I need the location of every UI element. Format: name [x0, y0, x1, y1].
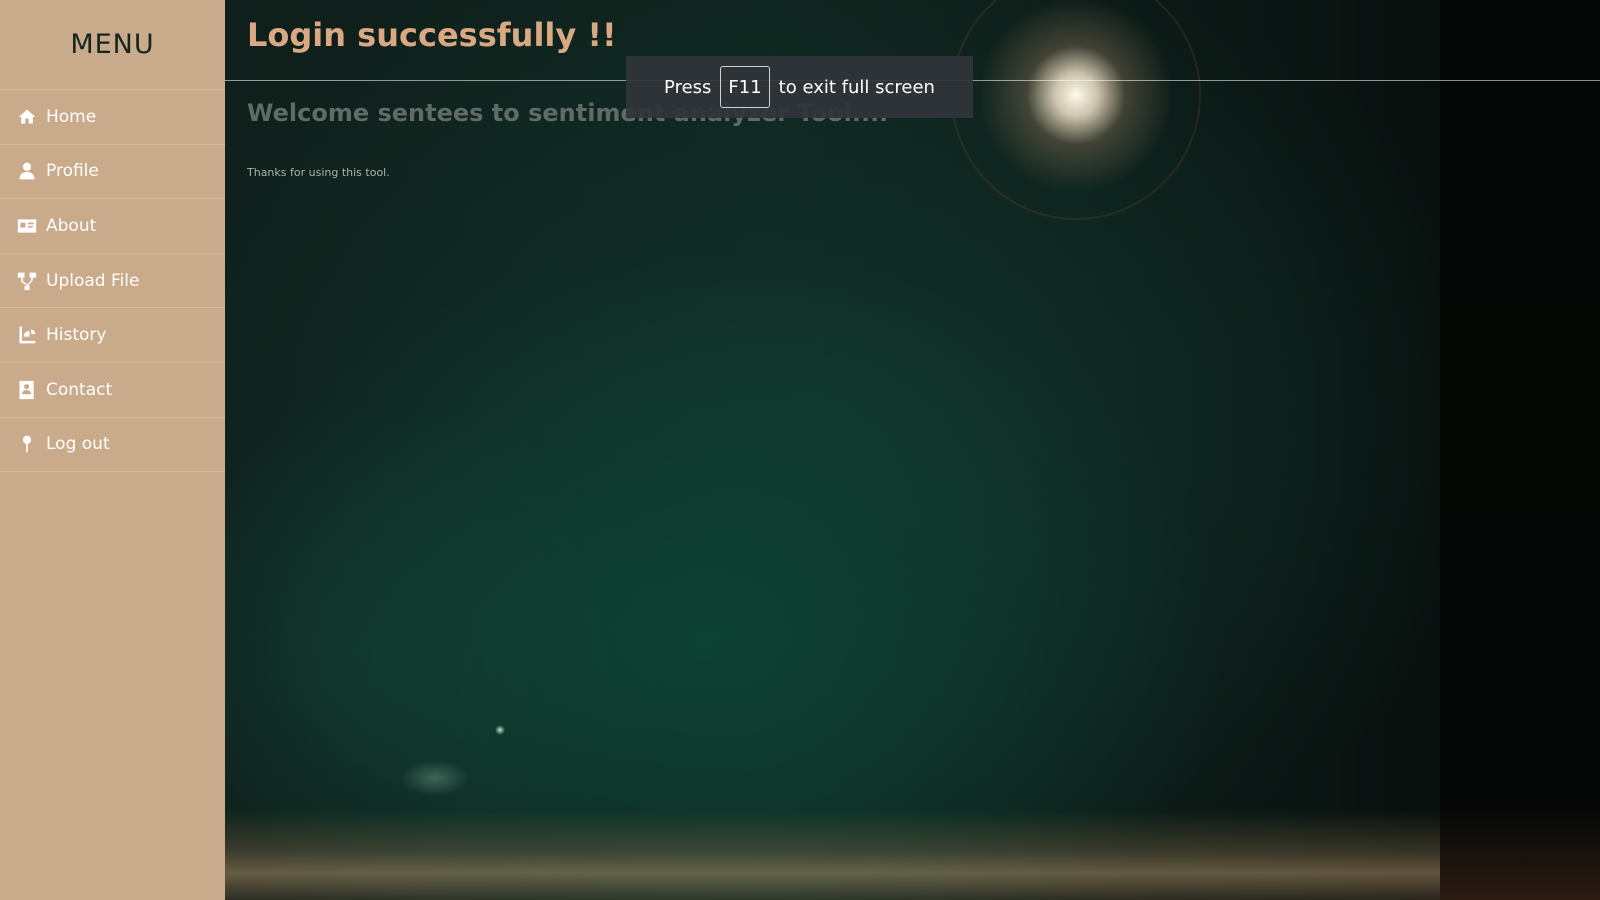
- user-icon: [16, 160, 38, 182]
- background-floor: [225, 810, 1440, 900]
- sidebar-item-label: Profile: [46, 161, 99, 182]
- page-title: Login successfully !!: [247, 16, 617, 54]
- sidebar-item-label: History: [46, 325, 107, 346]
- pin-icon: [16, 433, 38, 455]
- sidebar: MENU Home Profile About Upload File Hist…: [0, 0, 225, 900]
- sidebar-item-upload-file[interactable]: Upload File: [0, 254, 225, 309]
- sidebar-item-label: About: [46, 215, 97, 236]
- address-book-icon: [16, 379, 38, 401]
- fullscreen-notice: Press F11 to exit full screen: [626, 56, 973, 118]
- sidebar-item-label: Upload File: [46, 270, 140, 291]
- background-light-dot: [495, 725, 505, 735]
- sidebar-item-label: Home: [46, 106, 97, 127]
- history-chart-icon: [16, 324, 38, 346]
- sidebar-item-log-out[interactable]: Log out: [0, 418, 225, 473]
- background-light-ring: [951, 0, 1201, 220]
- sidebar-item-profile[interactable]: Profile: [0, 145, 225, 200]
- sidebar-item-home[interactable]: Home: [0, 90, 225, 145]
- sidebar-item-history[interactable]: History: [0, 308, 225, 363]
- sitemap-icon: [16, 270, 38, 292]
- fullscreen-notice-prefix: Press: [664, 76, 712, 98]
- sidebar-item-label: Contact: [46, 379, 113, 400]
- sidebar-item-label: Log out: [46, 434, 110, 455]
- sidebar-item-about[interactable]: About: [0, 199, 225, 254]
- menu-title: MENU: [0, 0, 225, 90]
- main-content: Login successfully !! Welcome sentees to…: [225, 0, 1600, 900]
- thanks-message: Thanks for using this tool.: [247, 166, 390, 179]
- background-right-panel: [1440, 0, 1600, 900]
- background-light-blob: [400, 760, 470, 796]
- f11-key-badge: F11: [720, 66, 770, 108]
- fullscreen-notice-suffix: to exit full screen: [778, 76, 935, 98]
- sidebar-item-contact[interactable]: Contact: [0, 363, 225, 418]
- id-card-icon: [16, 215, 38, 237]
- home-icon: [16, 106, 38, 128]
